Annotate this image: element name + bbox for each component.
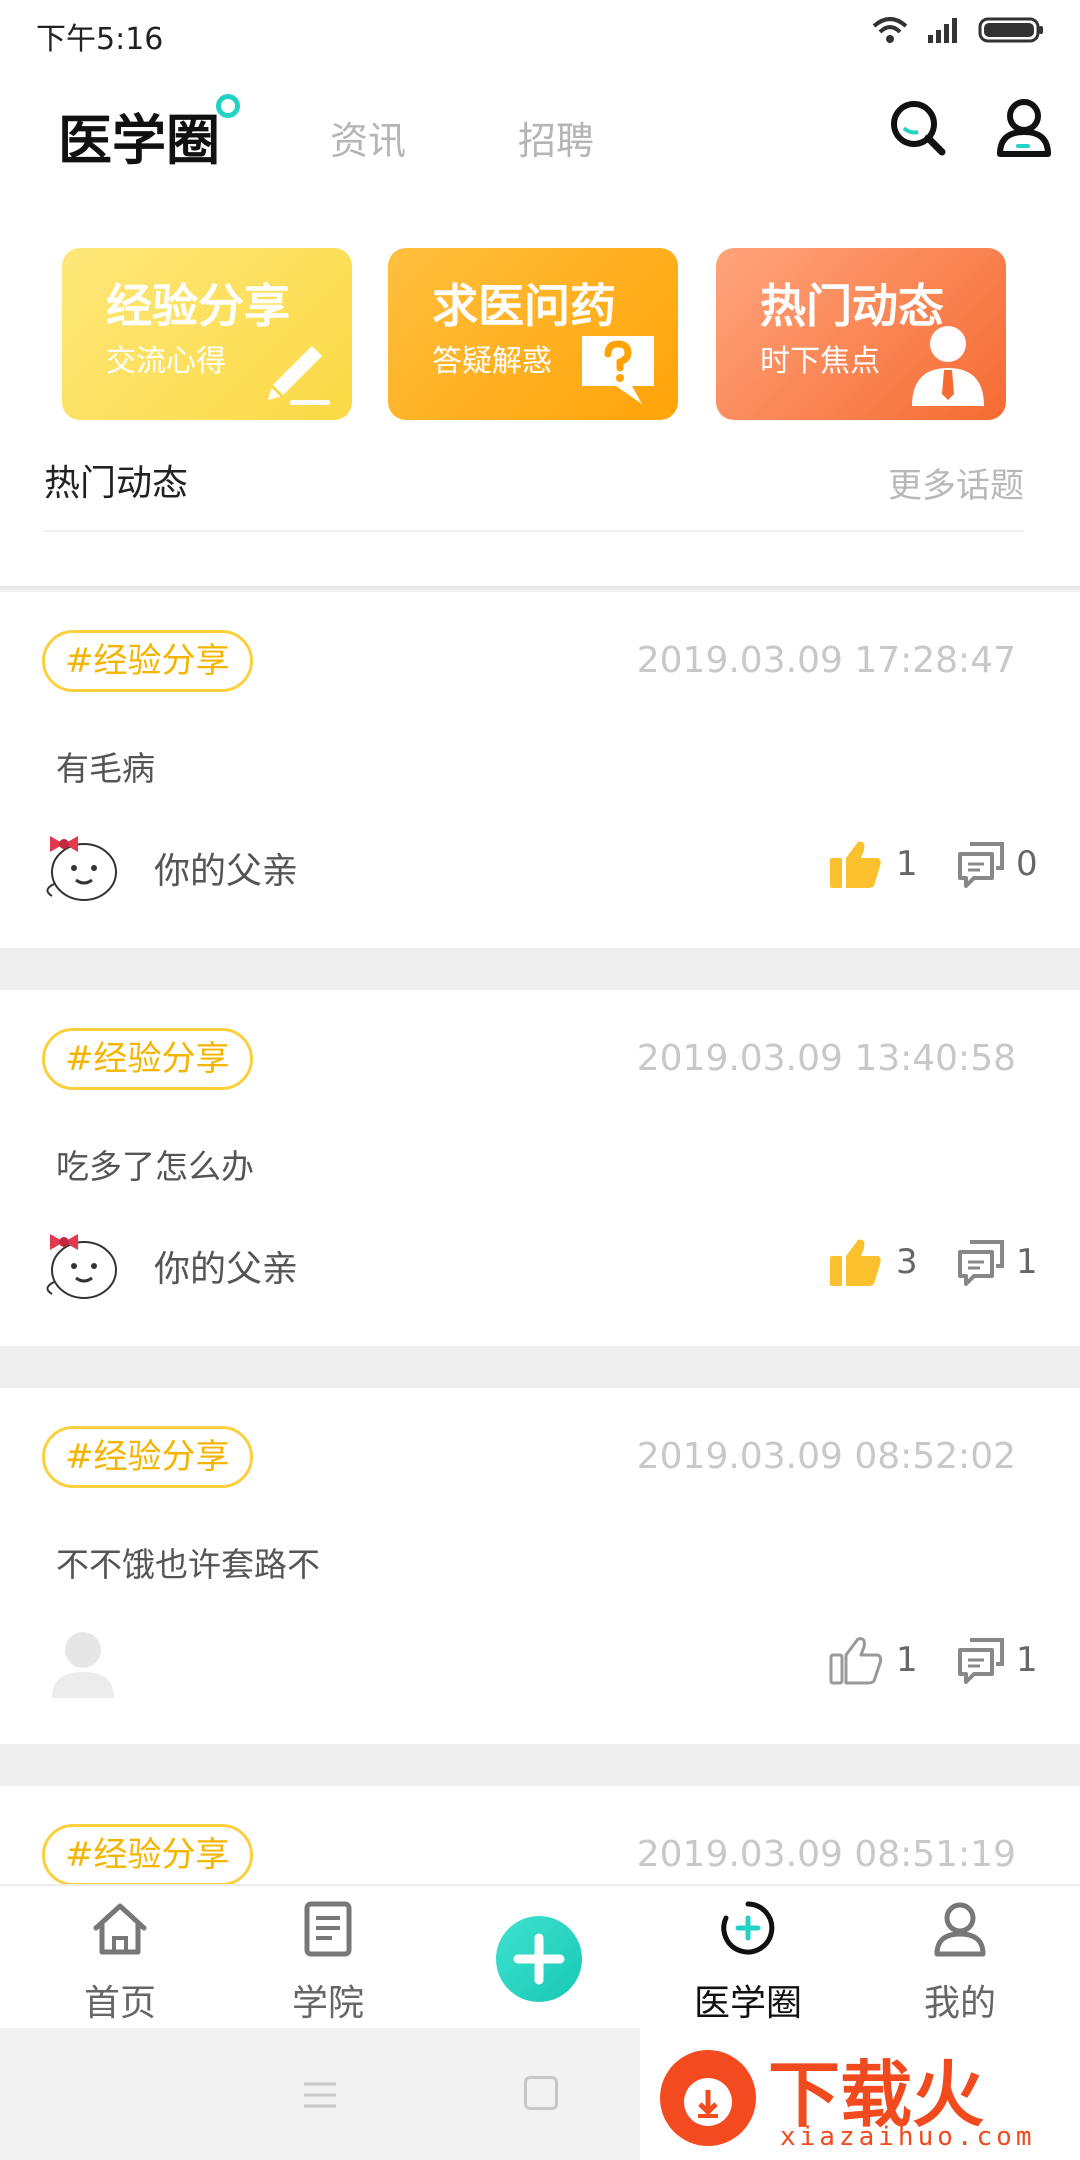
user-icon [934,1902,986,1957]
watermark-url: xiazaihuo.com [780,2122,1036,2152]
card-title: 经验分享 [106,279,290,333]
post-tag[interactable]: #经验分享 [42,630,253,692]
person-tie-icon [912,326,984,406]
post-content: 吃多了怎么办 [56,1147,254,1186]
logo-dot-icon [216,94,240,118]
comment-icon[interactable] [956,1238,1006,1286]
watermark-logo-icon [660,2050,756,2146]
post-tag[interactable]: #经验分享 [42,1028,253,1090]
book-icon [304,1901,352,1957]
post-tag[interactable]: #经验分享 [42,1426,253,1488]
top-header: 医学圈 资讯 招聘 [0,66,1080,196]
status-icons [872,16,1044,44]
card-subtitle: 时下焦点 [760,344,880,379]
feed-divider [0,1346,1080,1388]
card-hot-topics[interactable]: 热门动态 时下焦点 [716,248,1006,420]
user-profile-icon[interactable] [996,98,1052,158]
post-tag[interactable]: #经验分享 [42,1824,253,1886]
comment-icon[interactable] [956,840,1006,888]
post-time: 2019.03.09 08:52:02 [636,1436,1016,1477]
circle-plus-icon [721,1901,775,1955]
bottom-nav: 首页 学院 医学圈 我的 [0,1884,1080,2028]
like-count: 1 [896,844,918,884]
menu-icon[interactable] [302,2080,338,2110]
like-count: 1 [896,1640,918,1680]
nav-label: 医学圈 [693,1983,802,2024]
more-topics-link[interactable]: 更多话题 [888,458,1024,507]
comment-count: 1 [1016,1640,1038,1680]
app-logo: 医学圈 [58,109,220,172]
plus-icon [513,1933,565,1985]
home-square-icon[interactable] [524,2076,558,2110]
comment-count: 0 [1016,844,1038,884]
search-icon[interactable] [888,98,948,158]
post-author[interactable]: 你的父亲 [154,842,298,894]
post-card[interactable]: #经验分享 2019.03.09 13:40:58 吃多了怎么办 你的父亲 3 … [0,990,1080,1346]
post-card[interactable]: #经验分享 2019.03.09 17:28:47 有毛病 你的父亲 1 0 [0,592,1080,948]
card-subtitle: 交流心得 [106,344,226,379]
hot-topics-header: 热门动态 更多话题 [44,452,1024,532]
status-bar: 下午5:16 [0,0,1080,66]
feed-divider [0,948,1080,990]
signal-icon [928,18,957,43]
question-bubble-icon [582,336,654,404]
tab-jobs[interactable]: 招聘 [518,110,594,165]
avatar[interactable] [42,822,124,904]
category-cards: 经验分享 交流心得 求医问药 答疑解惑 热门动态 时下焦点 [62,248,1006,420]
post-time: 2019.03.09 08:51:19 [636,1834,1016,1875]
avatar[interactable] [42,1220,124,1302]
thumbs-up-icon[interactable] [828,1634,884,1686]
nav-label: 首页 [83,1983,156,2024]
tab-news[interactable]: 资讯 [330,110,406,165]
pencil-icon [268,346,330,405]
card-title: 求医问药 [432,279,616,333]
post-card[interactable]: #经验分享 2019.03.09 08:52:02 不不饿也许套路不 1 1 [0,1388,1080,1744]
status-time: 下午5:16 [36,22,164,57]
section-title: 热门动态 [44,463,189,504]
battery-icon [978,17,1043,43]
post-author[interactable]: 你的父亲 [154,1240,298,1292]
wifi-icon [872,17,908,43]
post-time: 2019.03.09 17:28:47 [636,640,1016,681]
post-content: 不不饿也许套路不 [56,1545,320,1584]
nav-mine[interactable]: 我的 [880,1886,1040,2030]
nav-academy[interactable]: 学院 [248,1886,408,2030]
nav-label: 学院 [291,1983,364,2024]
card-ask-doctor[interactable]: 求医问药 答疑解惑 [388,248,678,420]
card-subtitle: 答疑解惑 [432,344,552,379]
nav-label: 我的 [923,1983,996,2024]
nav-medical-circle[interactable]: 医学圈 [668,1886,828,2030]
post-content: 有毛病 [56,749,155,788]
post-time: 2019.03.09 13:40:58 [636,1038,1016,1079]
nav-home[interactable]: 首页 [40,1886,200,2030]
watermark: 下载火 xiazaihuo.com [640,2028,1080,2160]
comment-count: 1 [1016,1242,1038,1282]
default-avatar-icon[interactable] [42,1618,124,1700]
home-icon [93,1903,147,1955]
thumbs-up-icon[interactable] [828,838,884,890]
add-post-button[interactable] [496,1916,582,2002]
like-count: 3 [896,1242,918,1282]
thumbs-up-icon[interactable] [828,1236,884,1288]
card-experience-share[interactable]: 经验分享 交流心得 [62,248,352,420]
comment-icon[interactable] [956,1636,1006,1684]
feed-divider [0,1744,1080,1786]
